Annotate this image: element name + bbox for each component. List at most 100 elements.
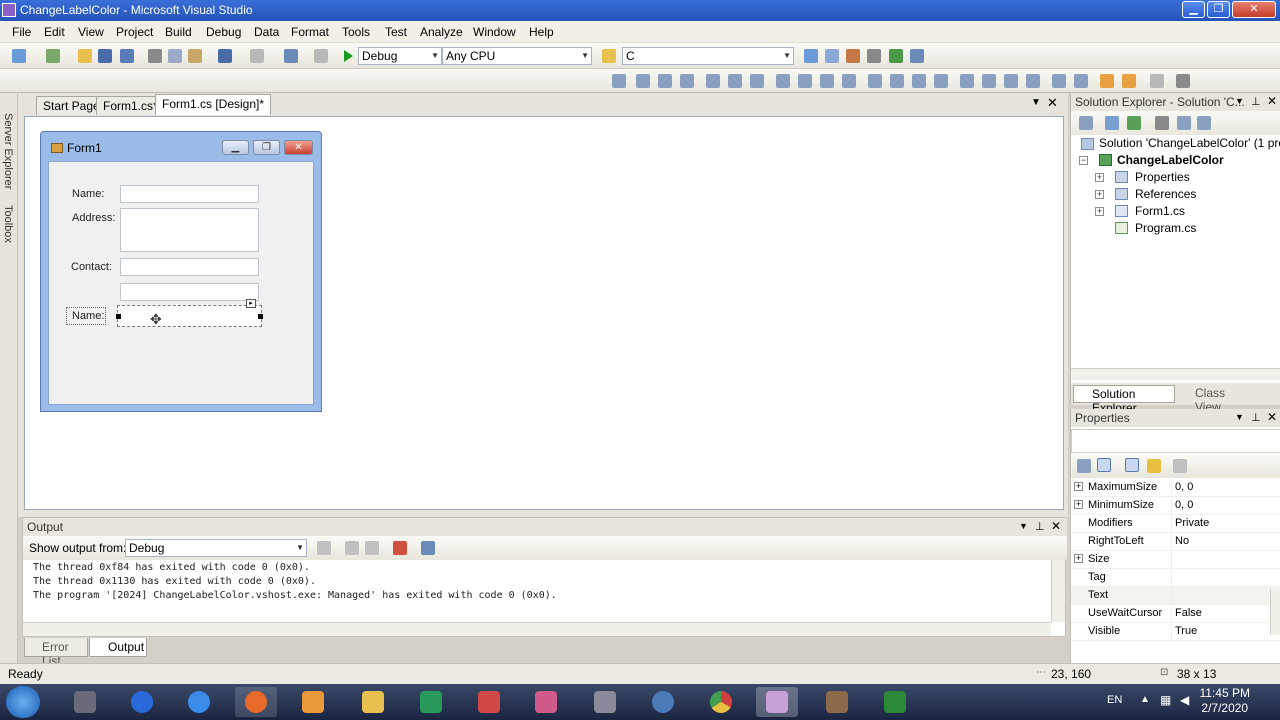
find-in-files-icon[interactable] [602, 49, 616, 63]
menu-help[interactable]: Help [529, 25, 554, 39]
horizontal-scrollbar[interactable] [1071, 368, 1280, 380]
previous-message-icon[interactable] [345, 541, 359, 555]
volume-icon[interactable]: ◀ [1180, 693, 1189, 707]
toolbox-tab[interactable]: Toolbox [2, 205, 14, 243]
property-row[interactable]: Visible True [1071, 623, 1280, 641]
horizontal-spacing-icon[interactable] [868, 74, 882, 88]
pin-icon[interactable]: ⊥ [1251, 411, 1261, 424]
imo-icon[interactable] [121, 687, 163, 717]
minimize-button[interactable]: ▁ [1182, 1, 1205, 18]
lock-controls-icon[interactable] [1150, 74, 1164, 88]
tab-error-list[interactable]: Error List [24, 638, 88, 668]
property-value[interactable]: Private [1175, 517, 1209, 529]
menu-tools[interactable]: Tools [342, 25, 370, 39]
same-size-icon[interactable] [842, 74, 856, 88]
platform-combo[interactable]: Any CPU ▼ [442, 47, 592, 65]
paste-icon[interactable] [188, 49, 202, 63]
tools-app-icon[interactable] [584, 687, 626, 717]
media-player-icon[interactable] [292, 687, 334, 717]
visual-studio-taskbar-icon[interactable] [756, 687, 798, 717]
language-indicator[interactable]: EN [1107, 694, 1122, 706]
increase-horizontal-spacing-icon[interactable] [890, 74, 904, 88]
align-left-icon[interactable] [636, 74, 650, 88]
panel-close-icon[interactable]: ✕ [1267, 94, 1277, 108]
property-value[interactable]: True [1175, 625, 1197, 637]
align-middle-icon[interactable] [728, 74, 742, 88]
expand-icon[interactable]: + [1074, 554, 1083, 563]
property-pages-icon[interactable] [1173, 459, 1187, 473]
properties-icon[interactable] [846, 49, 860, 63]
expand-icon[interactable]: + [1095, 190, 1104, 199]
panel-dropdown-icon[interactable]: ▼ [1019, 521, 1028, 531]
categorized-icon[interactable] [1077, 459, 1091, 473]
properties-icon[interactable] [1079, 116, 1093, 130]
tab-order-icon[interactable] [1176, 74, 1190, 88]
clock[interactable]: 11:45 PM 2/7/2020 [1200, 686, 1250, 716]
name-label[interactable]: Name: [72, 188, 104, 200]
same-height-icon[interactable] [820, 74, 834, 88]
tree-properties[interactable]: Properties [1135, 170, 1190, 184]
alphabetical-icon[interactable] [1097, 458, 1111, 472]
contact-label[interactable]: Contact: [71, 261, 112, 273]
property-row[interactable]: + MinimumSize 0, 0 [1071, 497, 1280, 515]
view-code-icon[interactable] [1155, 116, 1169, 130]
paint-app-icon[interactable] [816, 687, 858, 717]
center-vertically-icon[interactable] [1074, 74, 1088, 88]
restore-button[interactable]: ❐ [1207, 1, 1230, 18]
menu-view[interactable]: View [78, 25, 104, 39]
save-all-icon[interactable] [120, 49, 134, 63]
panel-dropdown-icon[interactable]: ▼ [1235, 412, 1244, 422]
property-row[interactable]: UseWaitCursor False [1071, 605, 1280, 623]
close-document-icon[interactable]: ✕ [1047, 95, 1058, 111]
menu-file[interactable]: File [12, 25, 31, 39]
active-files-dropdown-icon[interactable]: ▼ [1031, 97, 1041, 108]
align-center-icon[interactable] [658, 74, 672, 88]
property-value[interactable]: No [1175, 535, 1189, 547]
same-width-icon[interactable] [776, 74, 790, 88]
extra-textbox[interactable] [120, 283, 259, 301]
tray-expand-icon[interactable]: ▲ [1140, 694, 1150, 705]
bring-to-front-icon[interactable] [1100, 74, 1114, 88]
panel-close-icon[interactable]: ✕ [1051, 519, 1061, 533]
object-selector-combo[interactable] [1071, 429, 1280, 453]
view-designer-icon[interactable] [1177, 116, 1191, 130]
red-app-icon[interactable] [468, 687, 510, 717]
properties-view-icon[interactable] [1125, 458, 1139, 472]
tree-references[interactable]: References [1135, 187, 1196, 201]
find-icon[interactable] [804, 49, 818, 63]
send-to-back-icon[interactable] [1122, 74, 1136, 88]
decrease-vertical-spacing-icon[interactable] [1004, 74, 1018, 88]
name-textbox[interactable] [120, 185, 259, 203]
remove-horizontal-spacing-icon[interactable] [934, 74, 948, 88]
next-message-icon[interactable] [365, 541, 379, 555]
events-icon[interactable] [1147, 459, 1161, 473]
pin-icon[interactable]: ⊥ [1251, 95, 1261, 108]
size-to-grid-icon[interactable] [798, 74, 812, 88]
expand-icon[interactable]: + [1095, 207, 1104, 216]
show-all-files-icon[interactable] [1105, 116, 1119, 130]
menu-window[interactable]: Window [473, 25, 516, 39]
decrease-horizontal-spacing-icon[interactable] [912, 74, 926, 88]
menu-debug[interactable]: Debug [206, 25, 241, 39]
menu-project[interactable]: Project [116, 25, 153, 39]
increase-vertical-spacing-icon[interactable] [982, 74, 996, 88]
clear-all-icon[interactable] [393, 541, 407, 555]
property-row[interactable]: + Size [1071, 551, 1280, 569]
tree-solution[interactable]: Solution 'ChangeLabelColor' (1 proje [1099, 136, 1280, 150]
resize-handle-left[interactable] [116, 314, 121, 319]
navigate-forward-icon[interactable] [314, 49, 328, 63]
tree-form1[interactable]: Form1.cs [1135, 204, 1185, 218]
view-class-diagram-icon[interactable] [1197, 116, 1211, 130]
address-textbox[interactable] [120, 208, 259, 252]
firefox-icon[interactable] [235, 687, 277, 717]
find-message-icon[interactable] [317, 541, 331, 555]
output-vertical-scrollbar[interactable] [1051, 560, 1065, 622]
word-wrap-icon[interactable] [421, 541, 435, 555]
cut-icon[interactable] [148, 49, 162, 63]
panel-close-icon[interactable]: ✕ [1267, 410, 1277, 424]
redo-icon[interactable] [250, 49, 264, 63]
property-row[interactable]: Text [1071, 587, 1280, 605]
tab-class-view[interactable]: Class View [1177, 385, 1251, 414]
smart-tag-icon[interactable]: ▸ [246, 299, 256, 308]
open-icon[interactable] [78, 49, 92, 63]
